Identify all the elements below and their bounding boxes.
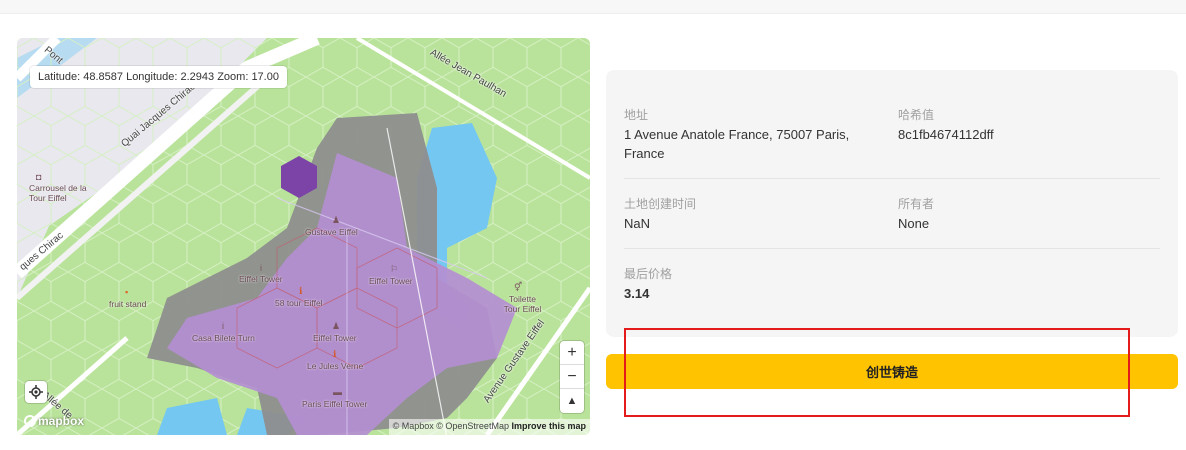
map-view[interactable]: Pont Quai Jacques Chirac ques Chirac All… [17, 38, 590, 435]
map-attribution: © Mapbox © OpenStreetMap Improve this ma… [388, 419, 590, 435]
address-field: 地址 1 Avenue Anatole France, 75007 Paris,… [624, 107, 874, 163]
attrib-osm[interactable]: © OpenStreetMap [436, 421, 509, 431]
place-gustave: Gustave Eiffel [305, 227, 358, 237]
zoom-out-button[interactable]: − [560, 365, 584, 389]
monument-icon-2: ♟ [332, 321, 341, 331]
mapbox-logo-text: mapbox [38, 414, 85, 428]
created-field: 土地创建时间 NaN [624, 196, 874, 233]
hotel-icon: ▬ [333, 387, 342, 397]
address-label: 地址 [624, 108, 649, 122]
price-label: 最后价格 [624, 267, 673, 281]
compass-button[interactable]: ▲ [560, 389, 584, 413]
price-value: 3.14 [624, 286, 650, 301]
hash-field: 哈希值 8c1fb4674112dff [898, 107, 1148, 144]
place-eiffel-tower-2: Eiffel Tower [369, 276, 413, 286]
attrib-improve[interactable]: Improve this map [511, 421, 586, 431]
place-carrousel: Carrousel de la Tour Eiffel [29, 183, 87, 203]
place-58-tour: 58 tour Eiffel [275, 298, 323, 308]
attrib-mapbox[interactable]: © Mapbox [393, 421, 434, 431]
created-label: 土地创建时间 [624, 197, 697, 211]
mapbox-logo-icon [24, 415, 36, 427]
divider [624, 178, 1160, 179]
owner-value: None [898, 216, 930, 231]
restaurant-icon: ℹ [299, 286, 303, 296]
created-value: NaN [624, 216, 651, 231]
geolocate-icon [29, 385, 43, 399]
address-value: 1 Avenue Anatole France, 75007 Paris, Fr… [624, 127, 850, 161]
mapbox-logo[interactable]: mapbox [24, 414, 84, 428]
place-fruit-stand: fruit stand [109, 299, 147, 309]
camera-icon: ◘ [36, 172, 42, 182]
place-eiffel-tower-3: Eiffel Tower [313, 333, 357, 343]
hash-value: 8c1fb4674112dff [898, 127, 994, 142]
place-toilette: Toilette Tour Eiffel [503, 294, 542, 314]
attraction-icon: ⚐ [390, 264, 399, 274]
zoom-in-button[interactable]: + [560, 341, 584, 365]
toilet-icon: ⚥ [514, 282, 523, 292]
monument-icon: ♟ [332, 215, 341, 225]
hash-label: 哈希值 [898, 108, 935, 122]
zoom-control: + − ▲ [560, 341, 584, 413]
geolocate-button[interactable] [25, 381, 47, 403]
place-casa: Casa Bilete Turn [192, 333, 255, 343]
owner-label: 所有者 [898, 197, 935, 211]
owner-field: 所有者 None [898, 196, 1148, 233]
info-icon: i [260, 263, 262, 273]
top-bar [0, 0, 1186, 14]
place-eiffel-tower-1: Eiffel Tower [239, 274, 283, 284]
coords-readout: Latitude: 48.8587 Longitude: 2.2943 Zoom… [30, 66, 287, 88]
shop-icon: ▪ [125, 287, 129, 297]
price-field: 最后价格 3.14 [624, 266, 874, 303]
place-paris-eiffel: Paris Eiffel Tower [302, 399, 368, 409]
genesis-mint-button[interactable]: 创世铸造 [606, 354, 1178, 389]
restaurant-icon-2: ℹ [333, 349, 337, 359]
land-details-card: 地址 1 Avenue Anatole France, 75007 Paris,… [606, 70, 1178, 337]
place-jules-verne: Le Jules Verne [307, 361, 364, 371]
info-icon-2: i [222, 321, 224, 331]
divider [624, 248, 1160, 249]
